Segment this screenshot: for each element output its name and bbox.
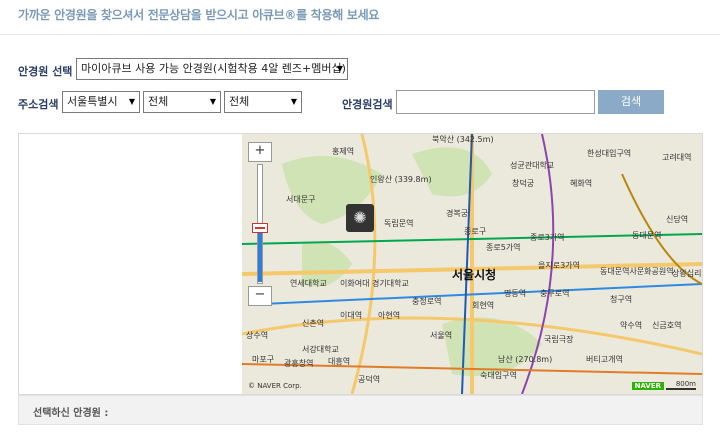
- zoom-out-button[interactable]: −: [248, 286, 272, 306]
- zoom-control[interactable]: + −: [248, 142, 272, 306]
- map-place-label: 북악산 (342.5m): [432, 135, 494, 144]
- map-place-label: 창덕궁: [512, 179, 535, 188]
- banner-text: 가까운 안경원을 찾으셔서 전문상담을 받으시고 아큐브®를 착용해 보세요: [18, 8, 380, 22]
- map-place-label: 버티고개역: [586, 355, 623, 364]
- map-place-label: 경복궁: [446, 209, 469, 218]
- map-place-label: 약수역: [620, 321, 643, 330]
- map-place-label: 상수역: [246, 331, 269, 340]
- city-select[interactable]: 서울특별시 ▼: [62, 91, 140, 113]
- map-place-label: 이화여대: [340, 279, 370, 288]
- map-place-label: 마포구: [252, 355, 275, 364]
- loading-spinner-icon: ✺: [346, 204, 374, 232]
- map-copyright: © NAVER Corp.: [248, 382, 302, 390]
- selected-store-label: 선택하신 안경원 :: [33, 408, 109, 419]
- map-place-label: 인왕산 (339.8m): [370, 175, 432, 184]
- map-place-label: 아현역: [378, 311, 401, 320]
- map-place-label: 서울시청: [452, 268, 497, 282]
- map-roads: [242, 134, 702, 394]
- top-banner: 가까운 안경원을 찾으셔서 전문상담을 받으시고 아큐브®를 착용해 보세요: [0, 0, 720, 35]
- city-select-value: 서울특별시: [67, 95, 118, 108]
- map-place-label: 숙대입구역: [480, 371, 517, 380]
- district-select-value: 전체: [148, 95, 169, 108]
- map-place-label: 경기대학교: [372, 279, 409, 288]
- map-place-label: 을지로3가역: [538, 261, 580, 270]
- map-place-label: 상왕십리역: [672, 269, 702, 278]
- store-select-label: 안경원 선택: [18, 65, 73, 78]
- map-place-label: 국립극장: [544, 335, 574, 344]
- map-place-label: 연세대학교: [290, 279, 327, 288]
- zoom-level-fill: [258, 229, 262, 282]
- map-place-label: 종로구: [464, 227, 487, 236]
- map-place-label: 신당역: [666, 215, 689, 224]
- map-place-label: 한성대입구역: [587, 149, 632, 158]
- map-place-label: 서대문구: [286, 195, 316, 204]
- selected-store-bar: 선택하신 안경원 :: [18, 395, 703, 425]
- map-place-label: 이대역: [340, 311, 363, 320]
- map-place-label: 대흥역: [328, 357, 351, 366]
- zoom-in-button[interactable]: +: [248, 142, 272, 162]
- chevron-down-icon: ▼: [336, 64, 343, 73]
- map-place-label: 청구역: [610, 295, 633, 304]
- map-place-label: 광흥창역: [284, 359, 314, 368]
- map-place-label: 동대문역사문화공원역: [600, 267, 674, 276]
- map-place-label: 독립문역: [384, 219, 414, 228]
- district-select[interactable]: 전체 ▼: [143, 91, 221, 113]
- map-place-label: 성균관대학교: [510, 161, 555, 170]
- store-type-select-value: 마이아큐브 사용 가능 안경원(시험착용 4알 렌즈+멤버십): [81, 62, 346, 75]
- chevron-down-icon: ▼: [290, 97, 297, 106]
- map-place-label: 홍제역: [332, 147, 355, 156]
- address-search-label: 주소검색: [18, 98, 59, 111]
- map-place-label: 충정로역: [412, 297, 442, 306]
- map-place-label: 남산 (270.8m): [498, 355, 553, 364]
- map-place-label: 종로3가역: [530, 233, 565, 242]
- map-scale: 800m: [666, 380, 696, 390]
- map-place-label: 서강대학교: [302, 345, 339, 354]
- map-place-label: 신촌역: [302, 319, 325, 328]
- dong-select[interactable]: 전체 ▼: [224, 91, 302, 113]
- chevron-down-icon: ▼: [128, 97, 135, 106]
- map-place-label: 종로5가역: [486, 243, 521, 252]
- map-place-label: 명동역: [504, 289, 527, 298]
- map-place-label: 동대문역: [632, 231, 662, 240]
- map-place-label: 회현역: [472, 301, 495, 310]
- search-button[interactable]: 검색: [598, 90, 664, 114]
- map-place-label: 혜화역: [570, 179, 593, 188]
- map-place-label: 서울역: [430, 331, 453, 340]
- chevron-down-icon: ▼: [209, 97, 216, 106]
- store-search-label: 안경원검색: [342, 98, 393, 111]
- map-place-label: 신금호역: [652, 321, 682, 330]
- store-map[interactable]: 북악산 (342.5m) 홍제역 한성대입구역 고려대역인왕산 (339.8m) 성균관…: [242, 134, 702, 394]
- store-type-select[interactable]: 마이아큐브 사용 가능 안경원(시험착용 4알 렌즈+멤버십) ▼: [76, 58, 348, 80]
- map-place-label: 공덕역: [358, 375, 381, 384]
- map-place-label: 고려대역: [662, 153, 692, 162]
- store-search-input[interactable]: [396, 90, 595, 114]
- zoom-slider-handle[interactable]: [252, 223, 268, 233]
- dong-select-value: 전체: [229, 95, 250, 108]
- map-place-label: 충무로역: [540, 289, 570, 298]
- naver-logo: NAVER: [631, 382, 664, 390]
